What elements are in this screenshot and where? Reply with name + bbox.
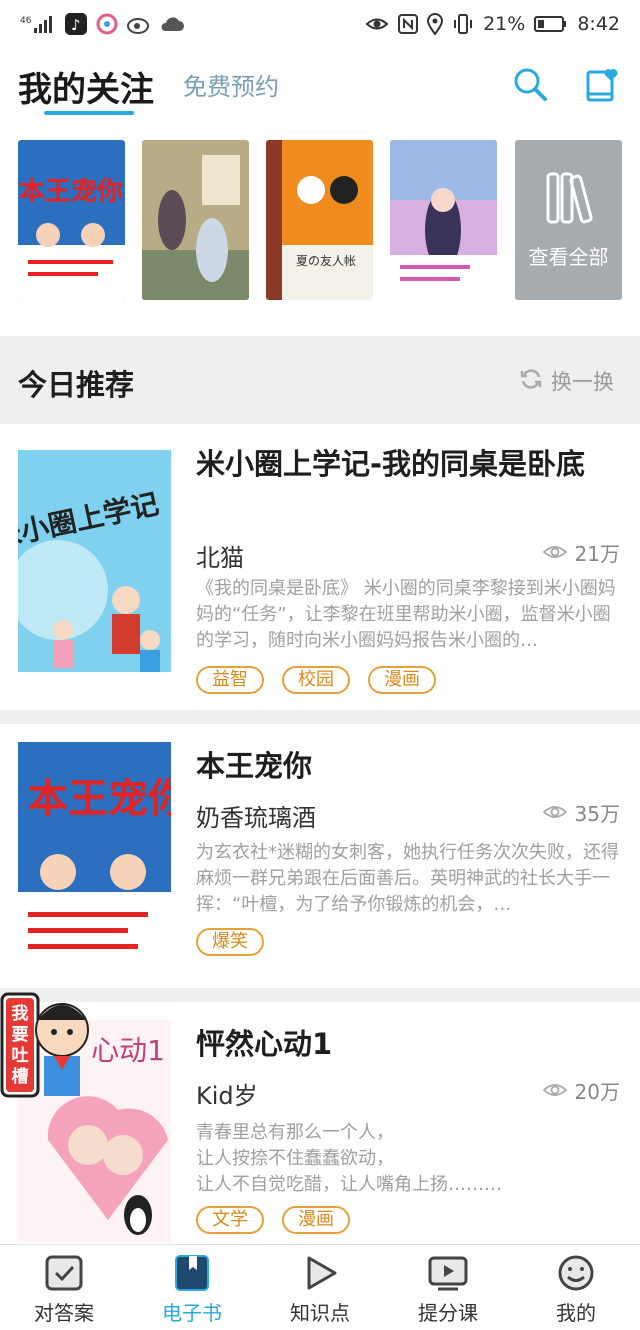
view-count: 21万 bbox=[542, 538, 620, 567]
tag-list: 益智 校园 漫画 bbox=[196, 666, 436, 694]
nav-label: 电子书 bbox=[162, 1301, 222, 1325]
view-all-label: 查看全部 bbox=[528, 245, 609, 269]
book-cover-title: 本王宠你 bbox=[28, 776, 171, 822]
status-bar: 46 ♪ 21% 8:42 bbox=[0, 0, 640, 48]
weibo-icon bbox=[127, 13, 151, 35]
tag[interactable]: 益智 bbox=[196, 666, 264, 694]
eye-icon bbox=[365, 15, 389, 33]
book-title: 怦然心动1 bbox=[196, 1027, 333, 1061]
tag[interactable]: 爆笑 bbox=[196, 928, 264, 956]
signal-icon: 46 bbox=[20, 13, 56, 35]
svg-text:46: 46 bbox=[20, 16, 32, 26]
view-count: 35万 bbox=[542, 798, 620, 827]
view-count-value: 20万 bbox=[574, 1080, 620, 1104]
book-card[interactable]: 心动1 怦然心动1 Kid岁 20万 青春里总有那么一个人， 让人按捺不住蠢蠢欲… bbox=[0, 1002, 640, 1244]
bottom-nav: 对答案 电子书 知识点 提分课 我的 bbox=[0, 1244, 640, 1330]
cloud-icon bbox=[160, 15, 184, 33]
tag[interactable]: 漫画 bbox=[282, 1206, 350, 1234]
play-icon bbox=[300, 1253, 340, 1293]
tiktok-icon: ♪ bbox=[65, 13, 87, 35]
followed-shelf: 本王宠你 夏の友人帐 查看全部 bbox=[0, 140, 640, 300]
header: 我的关注 免费预约 bbox=[0, 48, 640, 128]
tag-list: 爆笑 bbox=[196, 928, 264, 956]
book-title: 米小圈上学记-我的同桌是卧底 bbox=[196, 447, 586, 481]
shelf-cover[interactable] bbox=[142, 140, 249, 300]
divider bbox=[0, 988, 640, 1002]
feedback-label: 我要吐槽 bbox=[11, 1004, 29, 1087]
section-title: 今日推荐 bbox=[18, 368, 135, 402]
clock: 8:42 bbox=[577, 13, 620, 35]
eye-icon bbox=[542, 541, 567, 565]
location-icon bbox=[427, 13, 444, 35]
nav-label: 提分课 bbox=[418, 1301, 478, 1325]
tab-free-reserve[interactable]: 免费预约 bbox=[183, 67, 279, 102]
smile-icon bbox=[556, 1253, 596, 1293]
book-cover: 米小圈上学记 bbox=[18, 450, 171, 672]
app-icon bbox=[96, 13, 118, 35]
refresh-icon bbox=[519, 367, 543, 396]
ebook-icon bbox=[172, 1253, 212, 1293]
recommend-section-header: 今日推荐 换一换 bbox=[0, 336, 640, 424]
book-card[interactable]: 米小圈上学记 米小圈上学记-我的同桌是卧底 北猫 21万 《我的同桌是卧底》 米… bbox=[0, 424, 640, 710]
nav-label: 对答案 bbox=[34, 1301, 94, 1325]
eye-icon bbox=[542, 1079, 567, 1103]
bookshelf-button[interactable] bbox=[582, 66, 622, 106]
nav-ebook[interactable]: 电子书 bbox=[137, 1253, 247, 1326]
book-description: 《我的同桌是卧底》 米小圈的同桌李黎接到米小圈妈妈的“任务”，让李黎在班里帮助米… bbox=[196, 578, 616, 651]
search-button[interactable] bbox=[510, 66, 550, 106]
book-title: 本王宠你 bbox=[196, 749, 313, 783]
shelf-cover[interactable]: 夏の友人帐 bbox=[266, 140, 373, 300]
nfc-icon bbox=[398, 14, 419, 34]
divider bbox=[0, 710, 640, 724]
book-description: 为玄衣社*迷糊的女刺客，她执行任务次次失败，还得麻烦一群兄弟跟在后面善后。英明神… bbox=[196, 842, 619, 915]
vibrate-icon bbox=[452, 13, 474, 35]
video-icon bbox=[428, 1253, 468, 1293]
refresh-button[interactable]: 换一换 bbox=[519, 366, 614, 396]
nav-answers[interactable]: 对答案 bbox=[9, 1253, 119, 1326]
shelf-cover-title: 夏の友人帐 bbox=[296, 253, 356, 268]
book-author: 奶香琉璃酒 bbox=[196, 804, 316, 832]
view-all-button[interactable]: 查看全部 bbox=[515, 140, 622, 300]
view-count-value: 35万 bbox=[574, 802, 620, 826]
tag[interactable]: 文学 bbox=[196, 1206, 264, 1234]
shelf-cover[interactable] bbox=[390, 140, 497, 300]
nav-profile[interactable]: 我的 bbox=[521, 1253, 631, 1326]
book-author: 北猫 bbox=[196, 544, 244, 572]
nav-label: 我的 bbox=[556, 1301, 596, 1325]
book-heart-icon bbox=[585, 66, 619, 106]
nav-knowledge[interactable]: 知识点 bbox=[265, 1253, 375, 1326]
view-count: 20万 bbox=[542, 1076, 620, 1105]
search-icon bbox=[512, 66, 548, 106]
check-icon bbox=[44, 1253, 84, 1293]
book-author: Kid岁 bbox=[196, 1082, 258, 1110]
battery-percent: 21% bbox=[483, 13, 526, 35]
eye-icon bbox=[542, 801, 567, 825]
active-tab-indicator bbox=[44, 111, 134, 115]
tag-list: 文学 漫画 bbox=[196, 1206, 350, 1234]
tab-following[interactable]: 我的关注 bbox=[18, 62, 154, 111]
feedback-float-button[interactable]: 我要吐槽 bbox=[0, 990, 96, 1100]
nav-courses[interactable]: 提分课 bbox=[393, 1253, 503, 1326]
book-card[interactable]: 本王宠你 本王宠你 奶香琉璃酒 35万 为玄衣社*迷糊的女刺客，她执行任务次次失… bbox=[0, 724, 640, 988]
tag[interactable]: 漫画 bbox=[368, 666, 436, 694]
book-description: 青春里总有那么一个人， 让人按捺不住蠢蠢欲动， 让人不自觉吃醋，让人嘴角上扬……… bbox=[196, 1122, 502, 1195]
refresh-label: 换一换 bbox=[551, 370, 614, 394]
shelf-cover-title: 本王宠你 bbox=[19, 176, 123, 207]
book-cover-title: 心动1 bbox=[91, 1034, 165, 1067]
battery-icon bbox=[534, 15, 568, 33]
nav-label: 知识点 bbox=[290, 1301, 350, 1325]
svg-text:♪: ♪ bbox=[71, 16, 81, 34]
tag[interactable]: 校园 bbox=[282, 666, 350, 694]
app-screen: 46 ♪ 21% 8:42 我的关注 免费预约 本王宠你 夏の友人帐 查看全部 … bbox=[0, 0, 640, 1330]
book-cover: 本王宠你 bbox=[18, 742, 171, 964]
books-icon bbox=[544, 170, 594, 231]
view-count-value: 21万 bbox=[574, 542, 620, 566]
shelf-cover[interactable]: 本王宠你 bbox=[18, 140, 125, 300]
